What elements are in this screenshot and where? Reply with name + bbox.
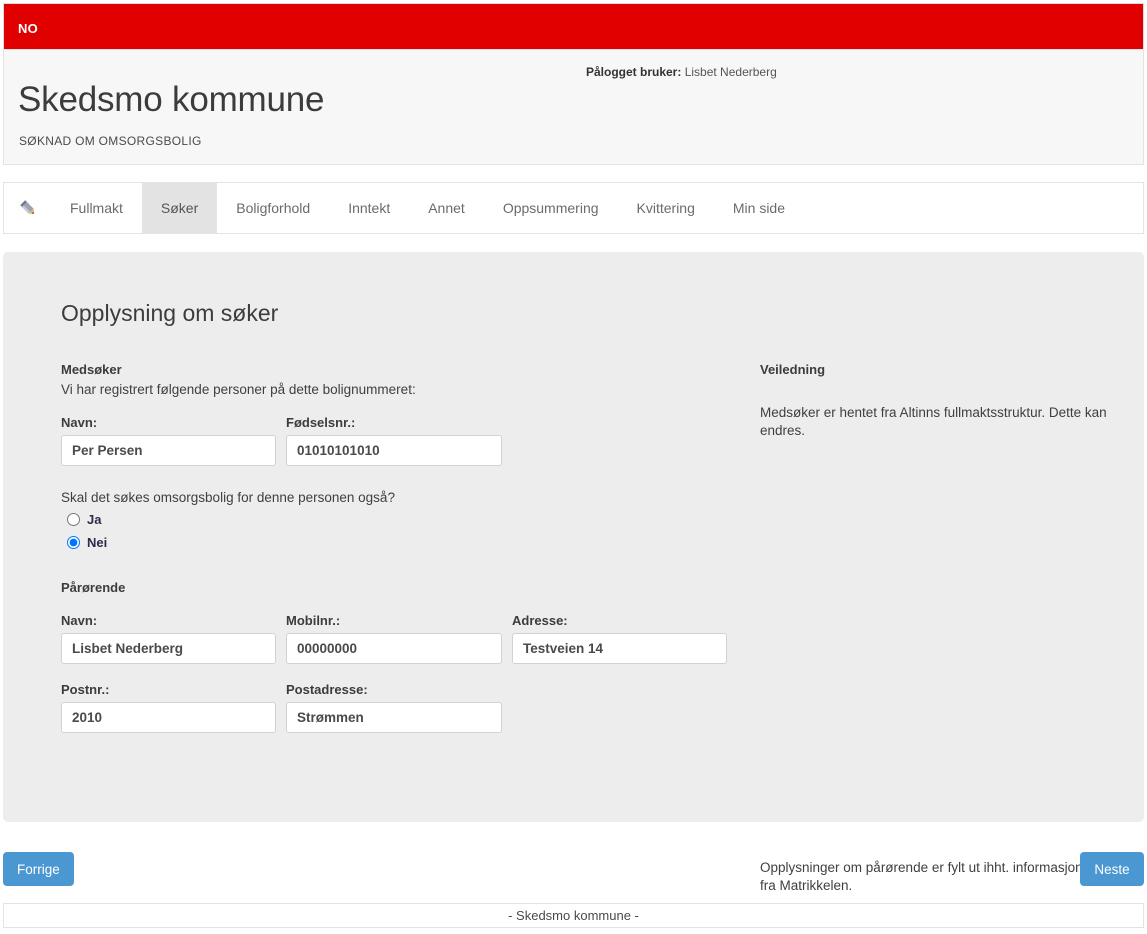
form-column: Medsøker Vi har registrert følgende pers… — [61, 362, 731, 733]
tab-min-side[interactable]: Min side — [714, 183, 804, 233]
tab-boligforhold[interactable]: Boligforhold — [217, 183, 329, 233]
field-parorende-navn: Navn: — [61, 613, 276, 664]
navigation-tabs: Fullmakt Søker Boligforhold Inntekt Anne… — [3, 182, 1144, 234]
page-subtitle: SØKNAD OM OMSORGSBOLIG — [19, 134, 202, 148]
pencil-icon[interactable] — [4, 183, 51, 233]
language-selector-no[interactable]: NO — [18, 21, 38, 36]
field-parorende-postnr: Postnr.: — [61, 682, 276, 733]
tab-soker[interactable]: Søker — [141, 183, 218, 233]
page-title: Skedsmo kommune — [18, 80, 325, 119]
next-button[interactable]: Neste — [1080, 852, 1144, 886]
guidance-text-parorende: Opplysninger om pårørende er fylt ut ihh… — [760, 860, 1083, 894]
radio-omsorgsbolig-ja[interactable] — [67, 513, 80, 526]
application-page: NO Pålogget bruker: Lisbet Nederberg Ske… — [0, 0, 1147, 934]
input-parorende-postadresse[interactable] — [286, 702, 502, 733]
tab-oppsummering[interactable]: Oppsummering — [484, 183, 618, 233]
footer-copyright: - Skedsmo kommune - — [508, 908, 639, 923]
input-medsoker-navn[interactable] — [61, 435, 276, 466]
input-parorende-postnr[interactable] — [61, 702, 276, 733]
radio-row-nei[interactable]: Nei — [61, 535, 731, 550]
label-parorende-navn: Navn: — [61, 613, 98, 628]
input-parorende-navn[interactable] — [61, 633, 276, 664]
page-header: Pålogget bruker: Lisbet Nederberg Skedsm… — [3, 49, 1144, 165]
label-medsoker-navn: Navn: — [61, 415, 98, 430]
form-heading: Opplysning om søker — [61, 300, 279, 326]
label-parorende-postadresse: Postadresse: — [286, 682, 368, 697]
tab-fullmakt[interactable]: Fullmakt — [51, 183, 142, 233]
radio-row-ja[interactable]: Ja — [61, 512, 731, 527]
logged-in-label: Pålogget bruker: — [586, 65, 682, 79]
page-footer: - Skedsmo kommune - — [3, 903, 1144, 928]
label-parorende-postnr: Postnr.: — [61, 682, 110, 697]
field-medsoker-navn: Navn: — [61, 415, 276, 466]
medsoker-section-title: Medsøker — [61, 362, 122, 377]
label-omsorgsbolig-ja[interactable]: Ja — [87, 512, 101, 527]
label-omsorgsbolig-nei[interactable]: Nei — [87, 535, 107, 550]
form-panel: Opplysning om søker Medsøker Vi har regi… — [3, 252, 1144, 893]
input-parorende-mobil[interactable] — [286, 633, 502, 664]
radio-omsorgsbolig-nei[interactable] — [67, 536, 80, 549]
parorende-section-title: Pårørende — [61, 580, 126, 595]
medsoker-question: Skal det søkes omsorgsbolig for denne pe… — [61, 490, 395, 505]
logged-in-username: Lisbet Nederberg — [684, 65, 777, 79]
guidance-text-medsoker: Medsøker er hentet fra Altinns fullmakts… — [760, 405, 1107, 439]
logged-in-user-info: Pålogget bruker: Lisbet Nederberg — [586, 65, 777, 79]
field-parorende-adresse: Adresse: — [512, 613, 727, 664]
parorende-fields-row-1: Navn: Mobilnr.: Adresse: — [61, 613, 731, 664]
field-parorende-postadresse: Postadresse: — [286, 682, 502, 733]
tab-kvittering[interactable]: Kvittering — [618, 183, 714, 233]
field-parorende-mobil: Mobilnr.: — [286, 613, 502, 664]
field-medsoker-fodselsnr: Fødselsnr.: — [286, 415, 502, 466]
medsoker-description: Vi har registrert følgende personer på d… — [61, 382, 416, 397]
tab-inntekt[interactable]: Inntekt — [329, 183, 409, 233]
parorende-fields-row-2: Postnr.: Postadresse: — [61, 682, 731, 733]
input-medsoker-fodselsnr[interactable] — [286, 435, 502, 466]
guidance-title: Veiledning — [760, 362, 826, 377]
label-parorende-mobil: Mobilnr.: — [286, 613, 341, 628]
parorende-section: Pårørende Navn: Mobilnr.: Adresse: — [61, 580, 731, 733]
label-parorende-adresse: Adresse: — [512, 613, 568, 628]
previous-button[interactable]: Forrige — [3, 852, 74, 886]
input-parorende-adresse[interactable] — [512, 633, 727, 664]
medsoker-fields-row: Navn: Fødselsnr.: — [61, 415, 731, 466]
language-bar: NO — [3, 3, 1144, 49]
label-medsoker-fodselsnr: Fødselsnr.: — [286, 415, 356, 430]
tab-annet[interactable]: Annet — [409, 183, 484, 233]
medsoker-section: Medsøker Vi har registrert følgende pers… — [61, 362, 731, 550]
guidance-column: Veiledning Medsøker er hentet fra Altinn… — [760, 362, 1120, 893]
